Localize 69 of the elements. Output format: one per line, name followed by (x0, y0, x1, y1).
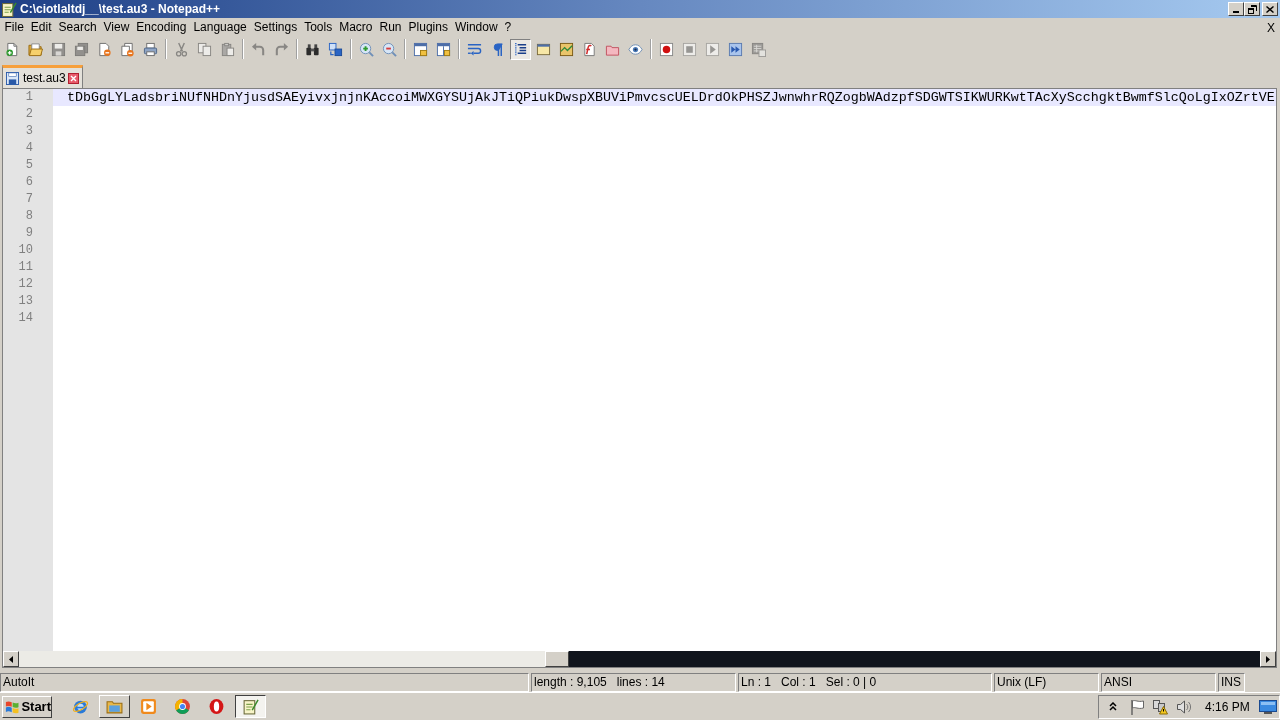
notepad-pen-icon (241, 698, 259, 715)
status-text: ANSI (1104, 674, 1132, 691)
start-button[interactable]: Start (2, 695, 52, 718)
indent-guide-icon[interactable] (510, 38, 531, 60)
taskbar-window-button[interactable] (234, 695, 266, 718)
line-number: 9 (25, 225, 33, 242)
right-triangle-icon (1266, 655, 1270, 663)
menu-item[interactable]: Edit (27, 18, 56, 37)
line-number: 2 (25, 106, 33, 123)
close-icon (1266, 5, 1274, 13)
menu-item[interactable]: ? (501, 18, 515, 37)
double-caret-up-icon[interactable] (1109, 702, 1117, 711)
menu-item[interactable]: Window (451, 18, 502, 37)
line-number: 13 (18, 293, 33, 310)
status-text: Sel : 0 | 0 (825, 674, 877, 691)
menu-item[interactable]: Plugins (405, 18, 452, 37)
file-tab[interactable]: test.au3 (2, 65, 83, 88)
line-number: 14 (18, 310, 33, 327)
line-number: 12 (18, 276, 33, 293)
menu-item[interactable]: View (100, 18, 133, 37)
status-text: length : 9,105 (534, 674, 607, 691)
close-document-button[interactable]: X (1266, 19, 1276, 36)
network-warning-icon[interactable] (1152, 698, 1168, 715)
globe-ring-icon[interactable] (71, 698, 89, 715)
status-text: Col : 1 (781, 674, 816, 691)
status-text: lines : 14 (616, 674, 665, 691)
scroll-left-button[interactable] (3, 651, 19, 667)
menu-item[interactable]: Run (376, 18, 406, 37)
line-number: 3 (25, 123, 33, 140)
close-button[interactable] (1262, 2, 1278, 16)
ring-icon[interactable] (207, 698, 225, 715)
close-icon[interactable] (67, 72, 79, 84)
menu-item[interactable]: Settings (250, 18, 301, 37)
menu-item[interactable]: Language (189, 18, 251, 37)
window-title: C:\ciotlaltdj__\test.au3 - Notepad++ (20, 1, 221, 17)
line-number: 4 (25, 140, 33, 157)
status-text: Ln : 1 (741, 674, 772, 691)
flag-icon[interactable] (1129, 698, 1145, 715)
restore-button[interactable] (1244, 2, 1260, 16)
line-number: 8 (25, 208, 33, 225)
left-triangle-icon (9, 655, 13, 663)
windows-logo-icon (5, 698, 20, 715)
scroll-right-button[interactable] (1260, 651, 1276, 667)
folder-icon (105, 698, 123, 715)
speaker-icon[interactable] (1176, 698, 1192, 715)
minimize-button[interactable] (1228, 2, 1244, 16)
line-number: 1 (25, 89, 33, 106)
menu-item[interactable]: Tools (300, 18, 336, 37)
media-play-icon[interactable] (139, 698, 157, 715)
line-number: 11 (18, 259, 33, 276)
line-number: 5 (25, 157, 33, 174)
menu-item[interactable]: Macro (335, 18, 376, 37)
minimize-icon (1233, 10, 1239, 13)
line-number: 6 (25, 174, 33, 191)
show-desktop-icon[interactable] (1259, 699, 1277, 714)
clock[interactable]: 4:16 PM (1205, 697, 1250, 716)
status-text: AutoIt (3, 674, 35, 691)
menu-item[interactable]: Encoding (132, 18, 190, 37)
status-text: INS (1221, 674, 1241, 691)
status-text: Unix (LF) (997, 674, 1047, 691)
tricolor-circle-icon[interactable] (173, 698, 191, 715)
notepad-pen-icon (2, 1, 17, 17)
line-number: 10 (18, 242, 33, 259)
menu-item[interactable]: File (1, 18, 28, 37)
scrollbar-thumb[interactable] (545, 651, 569, 667)
menu-item[interactable]: Search (55, 18, 101, 37)
floppy-icon (6, 71, 19, 85)
restore-icon (1247, 4, 1257, 14)
line-number: 7 (25, 191, 33, 208)
